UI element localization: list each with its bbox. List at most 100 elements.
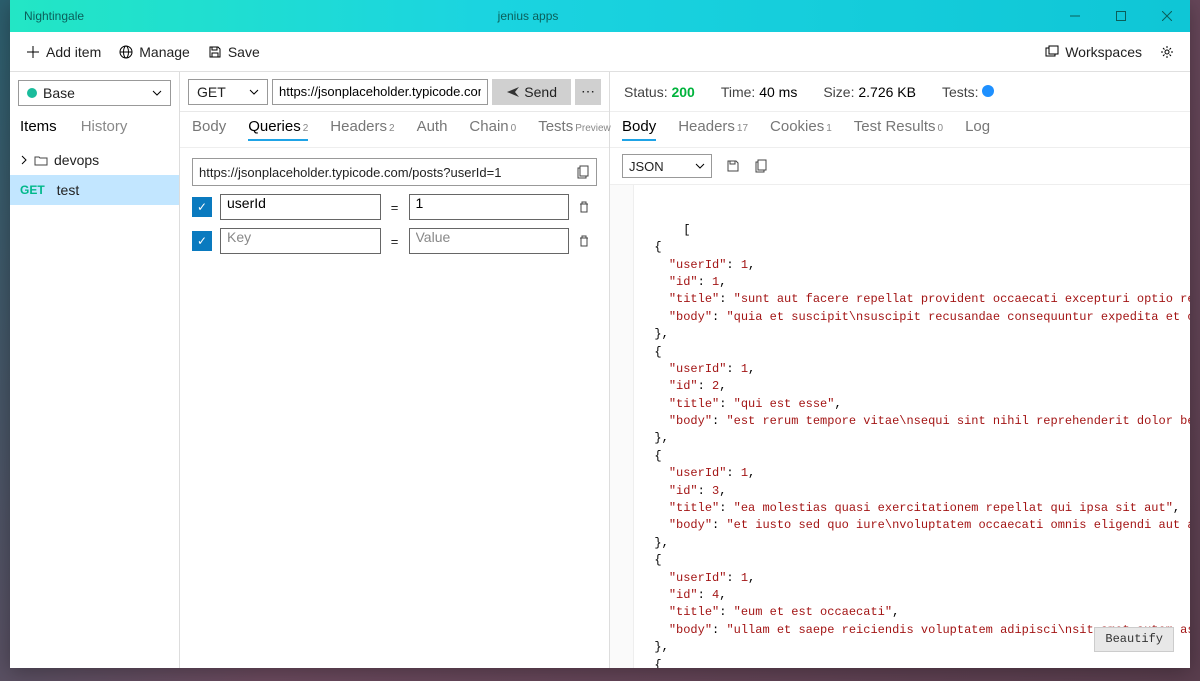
save-icon [208, 45, 222, 59]
main-toolbar: Add item Manage Save Workspaces [10, 32, 1190, 72]
tree-folder[interactable]: devops [10, 145, 179, 175]
tests-indicator-icon [982, 85, 994, 97]
ellipsis-icon: ⋯ [581, 83, 595, 100]
app-window: Nightingale jenius apps Add item Manage … [10, 0, 1190, 668]
delete-param-button[interactable] [577, 200, 597, 214]
request-tree: devops GET test [10, 141, 179, 209]
tab-items[interactable]: Items [20, 118, 57, 135]
sidebar: Base Items History devops GET test [10, 72, 180, 668]
response-toolbar: JSON [610, 148, 1190, 185]
workspaces-icon [1045, 45, 1059, 59]
workspaces-label: Workspaces [1065, 44, 1142, 60]
manage-label: Manage [139, 44, 190, 60]
add-item-label: Add item [46, 44, 101, 60]
more-button[interactable]: ⋯ [575, 79, 601, 105]
tab-resp-results[interactable]: Test Results 0 [854, 118, 943, 139]
tree-request[interactable]: GET test [10, 175, 179, 205]
beautify-button[interactable]: Beautify [1094, 627, 1174, 652]
trash-icon [577, 200, 591, 214]
window-controls [1052, 0, 1190, 32]
param-checkbox[interactable]: ✓ [192, 231, 212, 251]
copy-icon[interactable] [576, 165, 590, 179]
tab-resp-log[interactable]: Log [965, 118, 990, 139]
app-subtitle: jenius apps [4, 9, 1052, 23]
send-icon [506, 86, 520, 98]
close-button[interactable] [1144, 0, 1190, 32]
param-row: ✓ = [192, 194, 597, 220]
time-label: Time: [721, 84, 755, 100]
globe-icon [119, 45, 133, 59]
gear-icon [1160, 45, 1174, 59]
response-pane: Status: 200 Time: 40 ms Size: 2.726 KB T… [610, 72, 1190, 668]
size-label: Size: [823, 84, 854, 100]
full-url-display: https://jsonplaceholder.typicode.com/pos… [192, 158, 597, 186]
method-label: GET [197, 84, 249, 100]
param-key-input[interactable] [220, 228, 381, 254]
method-select[interactable]: GET [188, 79, 268, 105]
query-editor: https://jsonplaceholder.typicode.com/pos… [180, 148, 609, 264]
workspaces-button[interactable]: Workspaces [1045, 44, 1142, 60]
env-label: Base [43, 85, 152, 101]
url-field[interactable] [279, 84, 481, 99]
status-value: 200 [671, 84, 694, 100]
chevron-down-icon [695, 161, 705, 171]
param-row-empty: ✓ = [192, 228, 597, 254]
full-url-text: https://jsonplaceholder.typicode.com/pos… [199, 165, 576, 180]
save-button[interactable]: Save [208, 44, 260, 60]
tab-history[interactable]: History [81, 118, 128, 135]
time-value: 40 ms [759, 84, 797, 100]
equals-label: = [389, 234, 401, 249]
format-label: JSON [629, 159, 695, 174]
titlebar[interactable]: Nightingale jenius apps [10, 0, 1190, 32]
send-button[interactable]: Send [492, 79, 571, 105]
save-response-icon[interactable] [726, 159, 740, 173]
chevron-right-icon [20, 155, 28, 165]
request-tabs: Body Queries 2 Headers 2 Auth Chain 0 Te… [180, 112, 609, 148]
equals-label: = [389, 200, 401, 215]
env-indicator-icon [27, 88, 37, 98]
environment-select[interactable]: Base [18, 80, 171, 106]
settings-button[interactable] [1160, 45, 1174, 59]
check-icon: ✓ [197, 201, 207, 213]
trash-icon [577, 234, 591, 248]
param-value-input[interactable] [409, 228, 570, 254]
manage-button[interactable]: Manage [119, 44, 190, 60]
tab-resp-headers[interactable]: Headers 17 [678, 118, 748, 139]
check-icon: ✓ [197, 235, 207, 247]
request-pane: GET Send ⋯ Body Queries 2 Headers 2 Au [180, 72, 610, 668]
add-item-button[interactable]: Add item [26, 44, 101, 60]
tab-tests[interactable]: Tests Preview [538, 118, 611, 141]
size-value: 2.726 KB [858, 84, 916, 100]
chevron-down-icon [152, 88, 162, 98]
maximize-button[interactable] [1098, 0, 1144, 32]
param-key-input[interactable] [220, 194, 381, 220]
status-bar: Status: 200 Time: 40 ms Size: 2.726 KB T… [610, 72, 1190, 112]
param-value-input[interactable] [409, 194, 570, 220]
tab-body[interactable]: Body [192, 118, 226, 141]
url-input[interactable] [272, 79, 488, 105]
tests-label: Tests: [942, 84, 979, 100]
tab-chain[interactable]: Chain 0 [469, 118, 516, 141]
format-select[interactable]: JSON [622, 154, 712, 178]
minimize-button[interactable] [1052, 0, 1098, 32]
request-name-label: test [57, 182, 80, 198]
response-body[interactable]: [ { "userId": 1, "id": 1, "title": "sunt… [610, 185, 1190, 668]
save-label: Save [228, 44, 260, 60]
tab-resp-body[interactable]: Body [622, 118, 656, 141]
tab-resp-cookies[interactable]: Cookies 1 [770, 118, 832, 139]
status-label: Status: [624, 84, 668, 100]
folder-label: devops [54, 152, 99, 168]
plus-icon [26, 45, 40, 59]
tab-auth[interactable]: Auth [417, 118, 448, 141]
response-tabs: Body Headers 17 Cookies 1 Test Results 0… [610, 112, 1190, 148]
chevron-down-icon [249, 87, 259, 97]
param-checkbox[interactable]: ✓ [192, 197, 212, 217]
copy-response-icon[interactable] [754, 159, 768, 173]
editor-gutter [610, 185, 634, 668]
folder-icon [34, 153, 48, 167]
delete-param-button[interactable] [577, 234, 597, 248]
tab-headers[interactable]: Headers 2 [330, 118, 394, 141]
tab-queries[interactable]: Queries 2 [248, 118, 308, 141]
request-method-badge: GET [20, 183, 45, 197]
main-area: Base Items History devops GET test [10, 72, 1190, 668]
